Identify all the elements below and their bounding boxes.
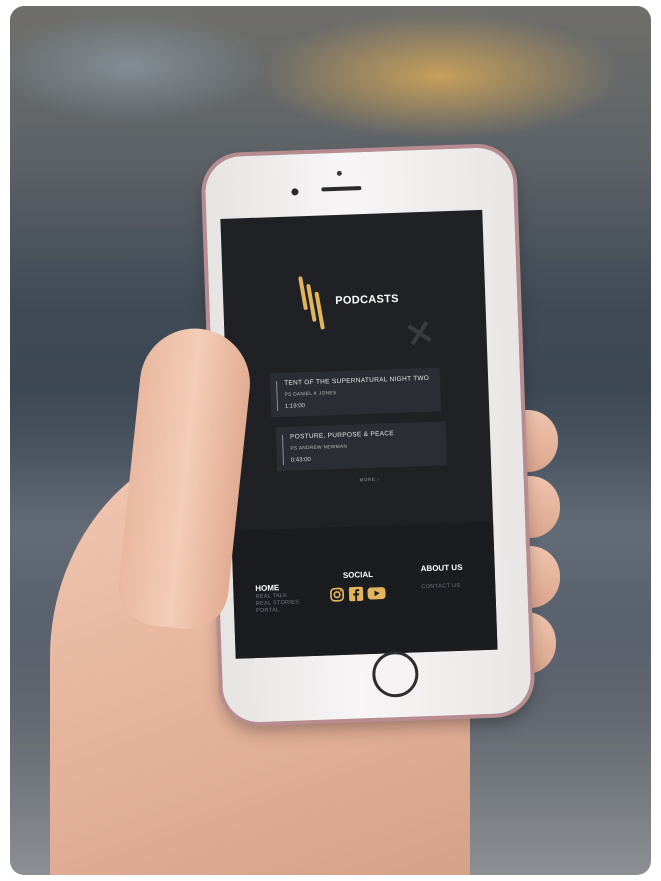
episode-card[interactable]: POSTURE, PURPOSE & PEACE PS ANDREW NEWMA… [275,421,448,472]
card-accent-bar [281,434,284,465]
background-photo: PODCASTS TENT OF THE SUPERNATURAL NIGHT … [10,6,651,875]
more-link[interactable]: MORE › [359,477,379,483]
episode-author: PS DANIEL K JONES [284,391,337,398]
proximity-sensor [336,170,342,176]
episode-title: POSTURE, PURPOSE & PEACE [289,430,395,441]
decorative-cross-icon [407,321,432,346]
footer-link-real-talk[interactable]: REAL TALK [255,593,287,600]
contact-link[interactable]: CONTACT US [421,583,460,590]
phone-screen: PODCASTS TENT OF THE SUPERNATURAL NIGHT … [220,209,498,659]
phone-device: PODCASTS TENT OF THE SUPERNATURAL NIGHT … [204,146,532,724]
earpiece-speaker [321,186,362,192]
episode-card[interactable]: TENT OF THE SUPERNATURAL NIGHT TWO PS DA… [269,367,442,418]
brand-title: PODCASTS [335,292,400,308]
footer-home-link[interactable]: HOME [255,583,279,593]
podcast-logo-icon [298,275,328,330]
episode-author: PS ANDREW NEWMAN [290,444,348,452]
front-camera [291,188,299,196]
footer-link-portal[interactable]: PORTAL [256,607,280,614]
youtube-icon[interactable] [367,585,386,601]
facebook-icon[interactable] [348,586,364,602]
episode-title: TENT OF THE SUPERNATURAL NIGHT TWO [284,374,430,387]
phone-home-button [371,650,420,698]
instagram-icon[interactable] [329,587,345,603]
about-heading[interactable]: ABOUT US [421,563,463,573]
social-heading: SOCIAL [342,569,374,580]
episode-duration: 0:43:00 [290,457,311,464]
episode-duration: 1:19:00 [284,403,306,410]
card-accent-bar [276,381,279,412]
footer: HOME REAL TALK REAL STORIES PORTAL SOCIA… [231,521,498,659]
footer-link-real-stories[interactable]: REAL STORIES [256,600,300,608]
